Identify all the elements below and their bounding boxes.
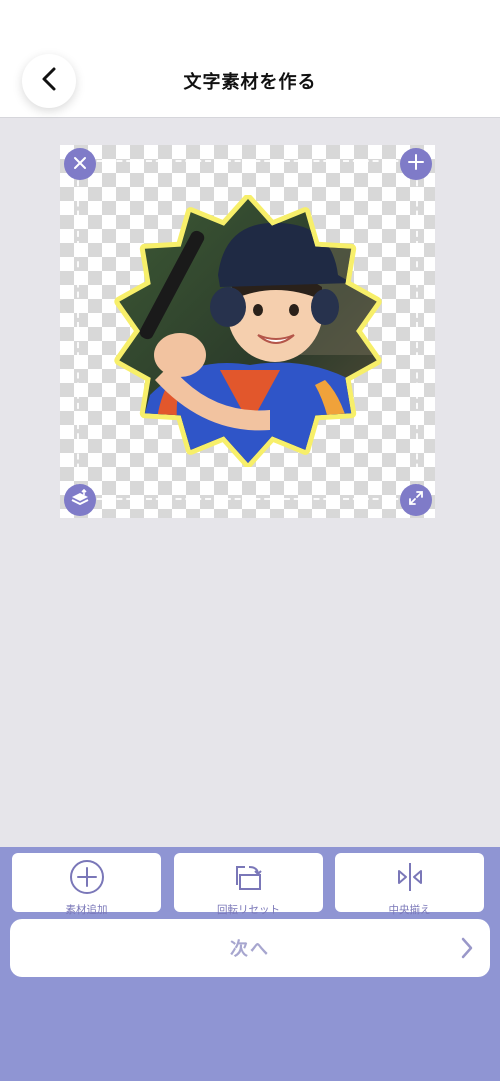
layer-up-icon (70, 488, 90, 511)
delete-handle[interactable] (64, 148, 96, 180)
center-align-button[interactable]: 中央揃え (335, 853, 484, 916)
align-center-icon (392, 859, 428, 899)
plus-icon (408, 154, 424, 174)
header-bar: 文字素材を作る (0, 0, 500, 118)
center-align-label: 中央揃え (388, 904, 431, 916)
app-screen: 文字素材を作る 素材追加 回転リセット 中央揃え 次へ (0, 0, 500, 1081)
add-material-label: 素材追加 (65, 904, 108, 916)
next-button[interactable]: 次へ (10, 919, 490, 977)
resize-handle[interactable] (400, 484, 432, 516)
chevron-right-icon (460, 936, 474, 964)
rotate-reset-label: 回転リセット (217, 904, 280, 916)
add-material-button[interactable]: 素材追加 (12, 853, 161, 916)
layer-handle[interactable] (64, 484, 96, 516)
plus-circle-icon (69, 859, 105, 899)
bottom-panel: 素材追加 回転リセット 中央揃え 次へ (0, 847, 500, 1081)
close-icon (73, 155, 87, 174)
sticker-image[interactable] (110, 194, 386, 468)
rotate-reset-icon (231, 859, 267, 899)
rotate-reset-button[interactable]: 回転リセット (174, 853, 323, 916)
page-title: 文字素材を作る (183, 72, 317, 93)
next-label: 次へ (230, 939, 270, 960)
expand-icon (408, 490, 424, 510)
duplicate-handle[interactable] (400, 148, 432, 180)
